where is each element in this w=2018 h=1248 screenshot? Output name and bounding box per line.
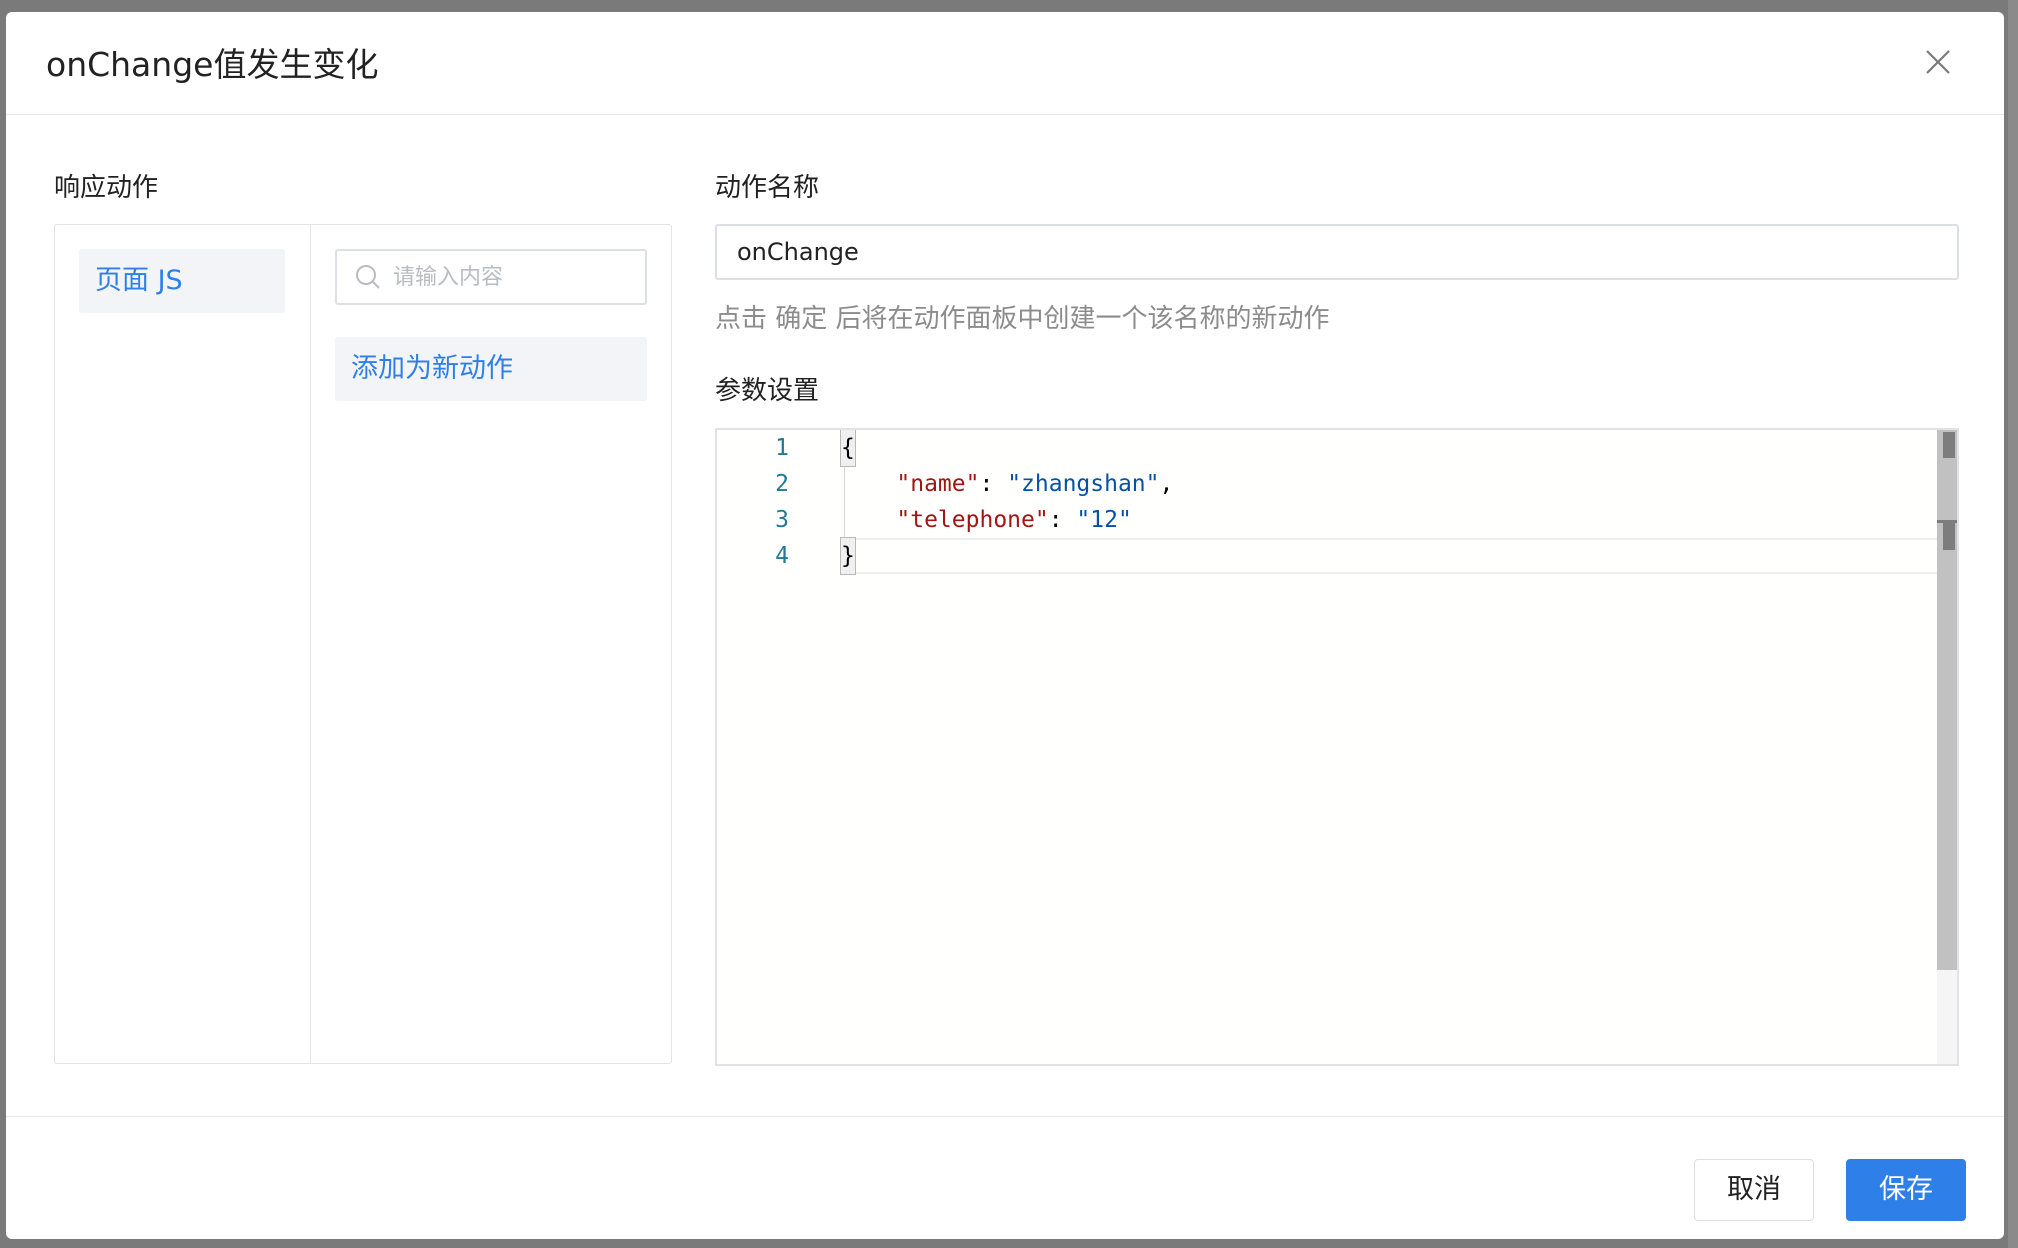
overview-ruler-mark [1943,522,1955,550]
json-key: "name" [896,471,980,497]
params-label: 参数设置 [715,376,820,406]
add-new-action-button[interactable]: 添加为新动作 [335,337,647,401]
overview-ruler-mark [1943,432,1955,458]
json-colon: : [979,471,1008,497]
code-line: } [840,537,856,575]
json-value: "12" [1076,507,1132,533]
overview-ruler-cursor [1937,520,1957,523]
params-code-editor[interactable]: 1 2 3 4 { "name": "zhangshan", "telephon… [715,428,1959,1066]
save-button[interactable]: 保存 [1846,1159,1966,1221]
search-input[interactable] [393,251,633,303]
json-value: "zhangshan" [1007,471,1160,497]
line-number: 4 [775,543,789,569]
dialog-title: onChange值发生变化 [46,45,379,84]
editor-scrollbar-thumb[interactable] [1937,430,1957,970]
action-name-hint: 点击 确定 后将在动作面板中创建一个该名称的新动作 [715,304,1330,334]
json-comma: , [1159,471,1174,497]
current-line-highlight [841,538,1957,574]
json-colon: : [1048,507,1077,533]
action-name-input[interactable] [715,224,1959,280]
response-actions-label: 响应动作 [54,173,159,203]
editor-gutter: 1 2 3 4 [717,430,841,1064]
cancel-button[interactable]: 取消 [1694,1159,1814,1221]
code-line: "telephone": "12" [841,502,1132,538]
close-button[interactable] [1922,46,1954,78]
code-line: "name": "zhangshan", [841,466,1173,502]
action-panel: 页面 JS 添加为新动作 [54,224,672,1064]
search-icon [356,265,380,289]
action-name-label: 动作名称 [715,173,820,203]
dialog: onChange值发生变化 响应动作 页面 JS 添加为新动作 动作名称 点击 … [6,12,2004,1239]
panel-divider [310,225,311,1063]
close-brace: } [840,537,856,575]
json-key: "telephone" [896,507,1049,533]
line-number: 1 [775,435,789,461]
page-backdrop [2008,0,2018,1248]
category-item-page-js[interactable]: 页面 JS [79,249,285,313]
open-brace: { [840,430,856,467]
line-number: 2 [775,471,789,497]
code-line: { [840,430,856,467]
dialog-header: onChange值发生变化 [6,12,2004,115]
close-icon [1926,50,1950,74]
dialog-footer: 取消 保存 [6,1116,2004,1239]
line-number: 3 [775,507,789,533]
search-box [335,249,647,305]
